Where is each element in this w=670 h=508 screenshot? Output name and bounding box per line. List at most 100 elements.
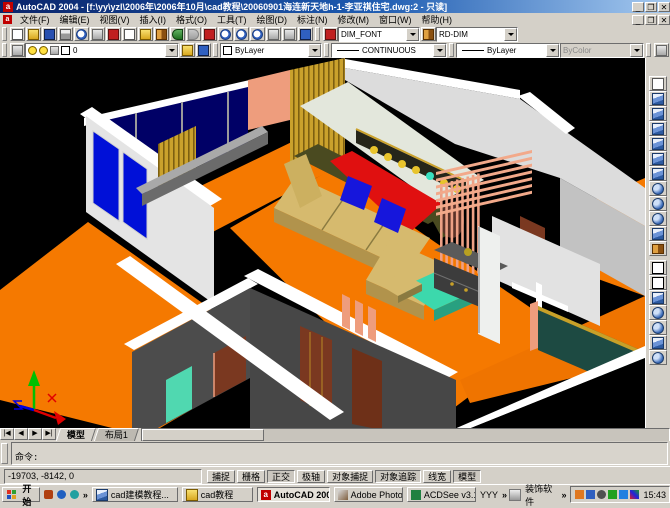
zoom-previous-button[interactable] xyxy=(250,27,265,41)
toolbar-grip[interactable] xyxy=(2,43,7,57)
menu-edit[interactable]: 编辑(E) xyxy=(55,13,95,26)
drawing-canvas[interactable] xyxy=(0,58,645,428)
quicklaunch-chevron[interactable]: » xyxy=(81,490,90,500)
ne-isometric-button[interactable] xyxy=(649,211,667,226)
save-button[interactable] xyxy=(42,27,57,41)
toolbar-grip[interactable] xyxy=(213,43,218,57)
tab-last-button[interactable]: ▶| xyxy=(42,428,56,440)
command-input[interactable]: 命令: xyxy=(11,442,668,465)
properties-button[interactable] xyxy=(266,27,281,41)
chevron-down-icon[interactable] xyxy=(165,44,178,57)
menu-help[interactable]: 帮助(H) xyxy=(417,13,458,26)
tab-model[interactable]: 模型 xyxy=(56,428,96,441)
make-object-layer-button[interactable] xyxy=(180,43,195,57)
toolbar-grip[interactable] xyxy=(315,27,320,41)
quicklaunch-icon-2[interactable] xyxy=(57,490,66,499)
quicklaunch-icon-1[interactable] xyxy=(44,490,53,499)
match-properties-button[interactable] xyxy=(154,27,169,41)
language-indicator[interactable]: YYY xyxy=(478,490,500,500)
chevron-down-icon[interactable] xyxy=(433,44,446,57)
tray-icon-3[interactable] xyxy=(597,490,606,499)
se-isometric-button[interactable] xyxy=(649,196,667,211)
command-window-grip[interactable] xyxy=(1,443,8,464)
sw-isometric-button[interactable] xyxy=(649,181,667,196)
close-button[interactable]: ✕ xyxy=(658,2,670,12)
right-view-button[interactable] xyxy=(649,136,667,151)
tray-icon-4[interactable] xyxy=(608,490,617,499)
pan-realtime-button[interactable] xyxy=(202,27,217,41)
help-button[interactable] xyxy=(298,27,313,41)
deco-toolbar-label[interactable]: 装饰软件 xyxy=(524,482,559,508)
layer-combo[interactable]: 0 xyxy=(25,43,179,58)
toolbar-grip[interactable] xyxy=(324,43,329,57)
quicklaunch-icon-3[interactable] xyxy=(70,490,79,499)
back-view-button[interactable] xyxy=(649,166,667,181)
model-paper-toggle[interactable]: 模型 xyxy=(453,470,481,483)
named-views-button[interactable] xyxy=(649,76,667,91)
task-cad-folder[interactable]: cad教程 xyxy=(182,487,253,502)
wireframe-2d-button[interactable] xyxy=(649,260,667,275)
doc-minimize-button[interactable]: _ xyxy=(632,15,644,25)
top-view-button[interactable] xyxy=(649,91,667,106)
redo-button[interactable] xyxy=(186,27,201,41)
gouraud-shaded-button[interactable] xyxy=(649,320,667,335)
chevron-down-icon[interactable] xyxy=(406,28,419,41)
flat-shaded-button[interactable] xyxy=(649,305,667,320)
text-style-icon[interactable] xyxy=(323,27,338,41)
zoom-realtime-button[interactable] xyxy=(218,27,233,41)
osnap-toggle[interactable]: 对象捕捉 xyxy=(327,470,373,483)
menu-dimension[interactable]: 标注(N) xyxy=(292,13,333,26)
color-combo[interactable]: ByLayer xyxy=(220,43,322,58)
dim-style-icon[interactable] xyxy=(421,27,436,41)
deco-toolbar-chevron[interactable]: » xyxy=(559,490,568,500)
dimension-tool-button[interactable] xyxy=(654,43,669,57)
layers-dialog-button[interactable] xyxy=(10,43,25,57)
task-acdsee[interactable]: ACDSee v3.1... xyxy=(407,487,476,502)
linetype-combo[interactable]: CONTINUOUS xyxy=(331,43,447,58)
task-cad-modeling[interactable]: cad建模教程... xyxy=(92,487,178,502)
scrollbar-thumb[interactable] xyxy=(142,429,264,441)
front-view-button[interactable] xyxy=(649,151,667,166)
chevron-down-icon[interactable] xyxy=(546,44,559,57)
nw-isometric-button[interactable] xyxy=(649,226,667,241)
hidden-view-button[interactable] xyxy=(649,290,667,305)
menu-draw[interactable]: 绘图(D) xyxy=(252,13,293,26)
tab-next-button[interactable]: ▶ xyxy=(28,428,42,440)
gouraud-shaded-edges-button[interactable] xyxy=(649,350,667,365)
tray-icon-5[interactable] xyxy=(619,490,628,499)
menu-view[interactable]: 视图(V) xyxy=(95,13,135,26)
zoom-window-button[interactable] xyxy=(234,27,249,41)
otrack-toggle[interactable]: 对象追踪 xyxy=(375,470,421,483)
plot-preview-button[interactable] xyxy=(74,27,89,41)
plot-button[interactable] xyxy=(58,27,73,41)
snap-toggle[interactable]: 捕捉 xyxy=(207,470,235,483)
camera-button[interactable] xyxy=(649,241,667,256)
chevron-down-icon[interactable] xyxy=(308,44,321,57)
ortho-toggle[interactable]: 正交 xyxy=(267,470,295,483)
grid-toggle[interactable]: 栅格 xyxy=(237,470,265,483)
new-button[interactable] xyxy=(10,27,25,41)
publish-button[interactable] xyxy=(90,27,105,41)
flat-shaded-edges-button[interactable] xyxy=(649,335,667,350)
undo-button[interactable] xyxy=(170,27,185,41)
doc-restore-button[interactable]: ❐ xyxy=(645,15,657,25)
text-style-combo[interactable]: DIM_FONT xyxy=(338,27,420,42)
menu-format[interactable]: 格式(O) xyxy=(171,13,212,26)
bottom-view-button[interactable] xyxy=(649,106,667,121)
tab-prev-button[interactable]: ◀ xyxy=(14,428,28,440)
toolbar-grip[interactable] xyxy=(2,27,7,41)
copy-button[interactable] xyxy=(122,27,137,41)
tray-icon-6[interactable] xyxy=(630,490,639,499)
designcenter-button[interactable] xyxy=(282,27,297,41)
paste-button[interactable] xyxy=(138,27,153,41)
tab-layout1[interactable]: 布局1 xyxy=(94,428,139,441)
lineweight-combo[interactable]: ByLayer xyxy=(456,43,560,58)
toolbar-grip[interactable] xyxy=(449,43,454,57)
chevron-down-icon[interactable] xyxy=(504,28,517,41)
menu-modify[interactable]: 修改(M) xyxy=(333,13,375,26)
layer-previous-button[interactable] xyxy=(196,43,211,57)
task-photoshop[interactable]: Adobe Photo... xyxy=(334,487,403,502)
open-button[interactable] xyxy=(26,27,41,41)
cut-button[interactable] xyxy=(106,27,121,41)
menu-tools[interactable]: 工具(T) xyxy=(212,13,252,26)
